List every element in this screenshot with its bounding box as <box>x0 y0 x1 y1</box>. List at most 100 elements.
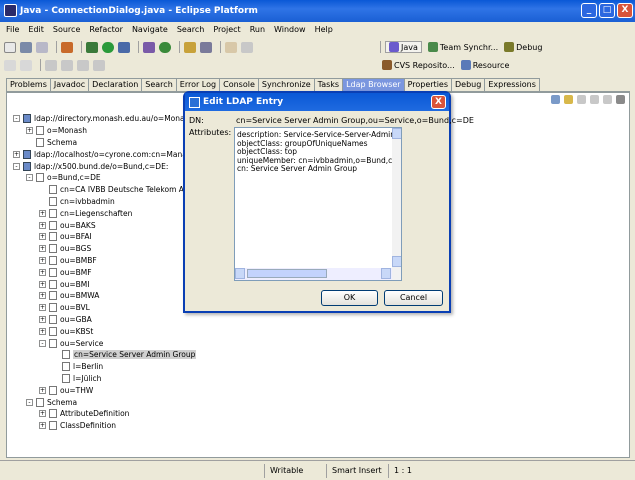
history-icon[interactable] <box>93 59 105 71</box>
maximize-button[interactable]: □ <box>599 3 615 18</box>
tab-search[interactable]: Search <box>141 78 177 91</box>
expand-icon[interactable]: + <box>39 386 46 394</box>
search-icon[interactable] <box>200 41 212 53</box>
run-icon[interactable] <box>102 41 114 53</box>
perspective-resource[interactable]: Resource <box>460 60 509 70</box>
collapse-icon[interactable]: - <box>13 115 20 123</box>
edit-icon[interactable] <box>225 41 237 53</box>
perspective-cvs[interactable]: CVS Reposito... <box>382 60 455 70</box>
new-icon[interactable] <box>4 41 16 53</box>
expand-icon[interactable]: + <box>39 209 46 217</box>
tree-node[interactable]: + ClassDefinition <box>13 420 213 432</box>
menu-project[interactable]: Project <box>213 25 240 34</box>
expand-icon[interactable]: + <box>26 127 33 135</box>
tree-node-label: AttributeDefinition <box>60 409 130 419</box>
scroll-left-button[interactable] <box>235 268 245 279</box>
tab-error-log[interactable]: Error Log <box>175 78 221 91</box>
collapse-icon[interactable]: - <box>26 398 33 406</box>
expand-icon[interactable]: + <box>39 327 46 335</box>
tree-node[interactable]: + ou=GBA <box>13 314 213 326</box>
tab-synchronize[interactable]: Synchronize <box>257 78 315 91</box>
menu-refactor[interactable]: Refactor <box>89 25 123 34</box>
toggle-icon[interactable] <box>241 41 253 53</box>
close-button[interactable]: X <box>617 3 633 18</box>
tree-node[interactable]: - Schema <box>13 396 213 408</box>
collapse-icon[interactable]: - <box>26 174 33 182</box>
tab-properties[interactable]: Properties <box>403 78 453 91</box>
expand-icon[interactable]: + <box>39 280 46 288</box>
last-edit-icon[interactable] <box>45 59 57 71</box>
expand-icon[interactable]: + <box>39 410 46 418</box>
open-type-icon[interactable] <box>184 41 196 53</box>
up-icon[interactable] <box>577 95 586 104</box>
print-icon[interactable] <box>36 41 48 53</box>
tree-node[interactable]: l=Jülich <box>13 373 213 385</box>
menu-file[interactable]: File <box>6 25 19 34</box>
forward-icon[interactable] <box>603 95 612 104</box>
dialog-close-button[interactable]: X <box>431 95 446 109</box>
tab-debug[interactable]: Debug <box>451 78 486 91</box>
cancel-button[interactable]: Cancel <box>384 290 443 306</box>
expand-icon[interactable]: + <box>39 268 46 276</box>
new-package-icon[interactable] <box>159 41 171 53</box>
expand-icon[interactable]: + <box>39 233 46 241</box>
menu-source[interactable]: Source <box>53 25 80 34</box>
expand-icon[interactable]: + <box>13 150 20 158</box>
vertical-scrollbar[interactable] <box>392 128 401 280</box>
scroll-down-button[interactable] <box>392 256 401 267</box>
menu-help[interactable]: Help <box>315 25 333 34</box>
tab-problems[interactable]: Problems <box>6 78 51 91</box>
entry-icon <box>36 126 44 136</box>
expand-icon[interactable]: + <box>39 292 46 300</box>
tab-javadoc[interactable]: Javadoc <box>49 78 90 91</box>
build-icon[interactable] <box>61 41 73 53</box>
tab-declaration[interactable]: Declaration <box>88 78 143 91</box>
tree-node[interactable]: + ou=KBSt <box>13 325 213 337</box>
perspective-debug[interactable]: Debug <box>504 42 542 52</box>
refresh-icon[interactable] <box>551 95 560 104</box>
ok-button[interactable]: OK <box>321 290 378 306</box>
tree-node[interactable]: + ou=THW <box>13 384 213 396</box>
menu-edit[interactable]: Edit <box>28 25 44 34</box>
expand-icon[interactable]: + <box>39 304 46 312</box>
collapse-icon[interactable]: - <box>39 339 46 347</box>
tree-node[interactable]: - ou=Service <box>13 337 213 349</box>
menu-run[interactable]: Run <box>250 25 265 34</box>
menu-navigate[interactable]: Navigate <box>132 25 168 34</box>
connect-icon[interactable] <box>564 95 573 104</box>
new-class-icon[interactable] <box>143 41 155 53</box>
menu-window[interactable]: Window <box>274 25 306 34</box>
debug-run-icon[interactable] <box>86 41 98 53</box>
collapse-icon[interactable]: - <box>13 162 20 170</box>
horizontal-scrollbar[interactable] <box>235 268 393 280</box>
scroll-up-button[interactable] <box>392 128 401 139</box>
expand-icon[interactable]: + <box>39 315 46 323</box>
tree-node[interactable]: l=Berlin <box>13 361 213 373</box>
expand-icon[interactable]: + <box>39 245 46 253</box>
external-tools-icon[interactable] <box>118 41 130 53</box>
expand-icon[interactable]: + <box>39 422 46 430</box>
next-annotation-icon[interactable] <box>4 59 16 71</box>
menu-search[interactable]: Search <box>177 25 204 34</box>
scroll-thumb[interactable] <box>247 269 327 278</box>
tree-node[interactable]: + AttributeDefinition <box>13 408 213 420</box>
scroll-right-button[interactable] <box>381 268 391 279</box>
save-icon[interactable] <box>20 41 32 53</box>
tab-expressions[interactable]: Expressions <box>484 78 540 91</box>
tab-ldap-browser[interactable]: Ldap Browser <box>342 78 405 91</box>
tree-node[interactable]: cn=Service Server Admin Group <box>13 349 213 361</box>
expand-icon[interactable]: + <box>39 256 46 264</box>
perspective-java[interactable]: Java <box>385 41 422 53</box>
back-icon[interactable] <box>61 59 73 71</box>
entry-icon <box>49 385 57 395</box>
forward-icon[interactable] <box>77 59 89 71</box>
minimize-button[interactable]: _ <box>581 3 597 18</box>
tab-console[interactable]: Console <box>219 78 259 91</box>
prev-annotation-icon[interactable] <box>20 59 32 71</box>
view-menu-icon[interactable] <box>616 95 625 104</box>
expand-icon[interactable]: + <box>39 221 46 229</box>
perspective-team[interactable]: Team Synchr... <box>427 42 498 52</box>
tab-tasks[interactable]: Tasks <box>313 78 344 91</box>
back-icon[interactable] <box>590 95 599 104</box>
attributes-textarea[interactable]: description: Service-Service-Server-Admi… <box>234 127 402 281</box>
